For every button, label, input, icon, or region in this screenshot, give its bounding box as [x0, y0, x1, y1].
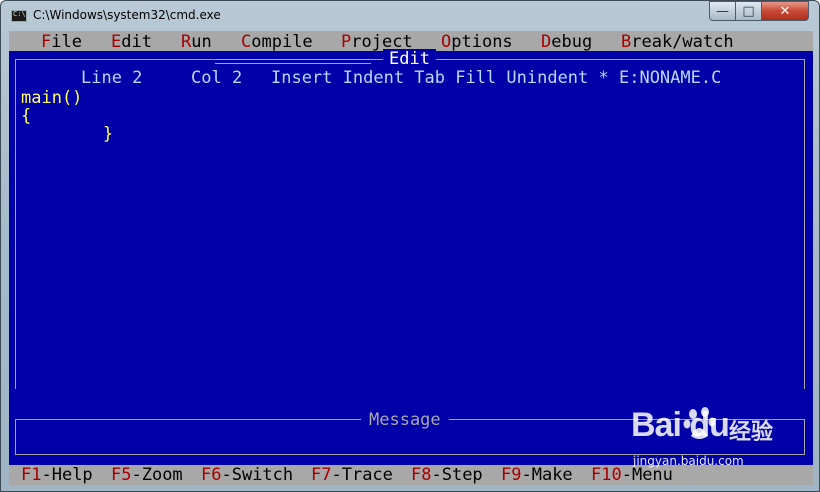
close-button[interactable]: ✕	[761, 1, 809, 21]
menu-label: un	[191, 32, 212, 52]
menu-file[interactable]: File	[41, 32, 82, 52]
cmd-icon	[11, 10, 27, 22]
menu-label: ptions	[451, 32, 513, 52]
fkey-key: F7	[311, 465, 332, 485]
status-line-number: Line 2	[81, 68, 143, 88]
menu-bar: File Edit Run Compile Project Options De…	[9, 31, 813, 52]
fkey-help[interactable]: F1-Help	[21, 465, 93, 485]
minimize-icon: —	[716, 3, 729, 19]
cmd-window: C:\Windows\system32\cmd.exe — □ ✕ File E…	[0, 0, 820, 492]
menu-hotkey: E	[111, 32, 122, 52]
fkey-key: F5	[111, 465, 132, 485]
menu-debug[interactable]: Debug	[541, 32, 592, 52]
code-line-2[interactable]: {	[21, 106, 31, 126]
fkey-zoom[interactable]: F5-Zoom	[111, 465, 183, 485]
menu-label: ile	[51, 32, 82, 52]
edit-window-title: Edit	[383, 49, 436, 69]
watermark-suffix: 经验	[729, 420, 774, 445]
menu-label: dit	[121, 32, 152, 52]
menu-label: reak/watch	[631, 32, 734, 52]
baidu-jingyan-watermark: Bai du 经验 jingyan.baidu.com	[631, 406, 811, 476]
menu-hotkey: P	[341, 32, 352, 52]
menu-hotkey: B	[621, 32, 632, 52]
fkey-label: -Step	[431, 465, 483, 485]
edit-window-frame	[15, 59, 805, 389]
menu-options[interactable]: Options	[441, 32, 513, 52]
menu-hotkey: O	[441, 32, 452, 52]
fkey-make[interactable]: F9-Make	[501, 465, 573, 485]
code-line-3[interactable]: }	[21, 124, 113, 144]
window-title: C:\Windows\system32\cmd.exe	[33, 8, 221, 22]
title-bar[interactable]: C:\Windows\system32\cmd.exe — □ ✕	[1, 1, 819, 31]
fkey-key: F9	[501, 465, 522, 485]
menu-hotkey: R	[181, 32, 192, 52]
fkey-switch[interactable]: F6-Switch	[201, 465, 293, 485]
menu-edit[interactable]: Edit	[111, 32, 152, 52]
fkey-trace[interactable]: F7-Trace	[311, 465, 393, 485]
menu-compile[interactable]: Compile	[241, 32, 313, 52]
fkey-key: F8	[411, 465, 432, 485]
menu-label: ompile	[251, 32, 313, 52]
watermark-url: jingyan.baidu.com	[633, 454, 744, 468]
fkey-key: F6	[201, 465, 222, 485]
fkey-label: -Make	[521, 465, 573, 485]
menu-hotkey: F	[41, 32, 52, 52]
maximize-icon: □	[742, 3, 755, 19]
fkey-label: -Trace	[331, 465, 393, 485]
close-icon: ✕	[779, 3, 791, 19]
code-line-1[interactable]: main()	[21, 88, 82, 108]
fkey-step[interactable]: F8-Step	[411, 465, 483, 485]
status-modes: Insert Indent Tab Fill Unindent * E:NONA…	[271, 68, 722, 88]
maximize-button[interactable]: □	[735, 1, 762, 21]
message-window-title: Message	[361, 410, 449, 430]
menu-hotkey: C	[241, 32, 252, 52]
fkey-label: -Help	[41, 465, 93, 485]
fkey-key: F1	[21, 465, 42, 485]
menu-break-watch[interactable]: Break/watch	[621, 32, 734, 52]
fkey-key: F10	[591, 465, 622, 485]
fkey-label: -Switch	[221, 465, 294, 485]
menu-hotkey: D	[541, 32, 552, 52]
minimize-button[interactable]: —	[709, 1, 736, 21]
edit-title-double-line	[215, 59, 371, 64]
menu-label: ebug	[551, 32, 593, 52]
menu-run[interactable]: Run	[181, 32, 212, 52]
paw-icon	[683, 407, 716, 439]
fkey-label: -Zoom	[131, 465, 183, 485]
status-column: Col 2	[191, 68, 243, 88]
